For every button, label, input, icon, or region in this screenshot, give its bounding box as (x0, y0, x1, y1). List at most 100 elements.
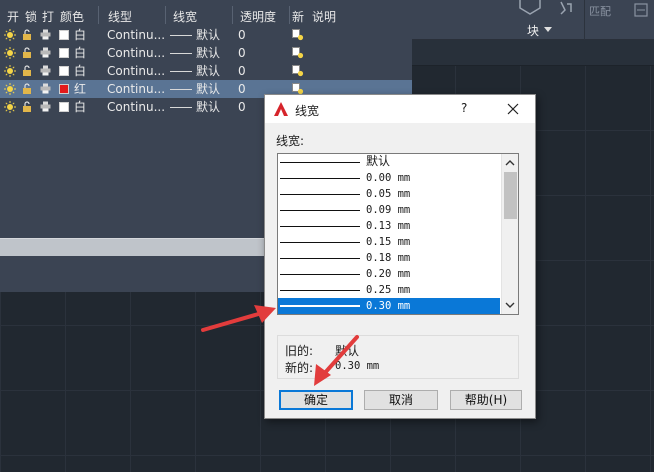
color-swatch[interactable] (59, 66, 69, 76)
unlock-icon[interactable] (22, 29, 32, 41)
color-name[interactable]: 白 (74, 62, 86, 80)
insert-block-icon[interactable] (517, 0, 543, 16)
linetype-value[interactable]: Continu... (107, 44, 165, 62)
lineweight-option[interactable]: 0.09 mm (278, 202, 500, 218)
layer-on-icon[interactable] (4, 65, 16, 77)
linetype-value[interactable]: Continu... (107, 98, 165, 116)
unlock-icon[interactable] (22, 47, 32, 59)
cancel-button[interactable]: 取消 (364, 390, 438, 410)
help-icon[interactable]: ? (461, 101, 467, 115)
lineweight-option-label: 0.18 mm (366, 252, 411, 264)
plot-icon[interactable] (40, 83, 51, 94)
col-new-vp-freeze[interactable]: 新 (292, 8, 304, 25)
col-plot[interactable]: 打 (42, 8, 54, 25)
transparency-value[interactable]: 0 (238, 98, 246, 116)
lineweight-value[interactable]: 默认 (196, 80, 220, 98)
transparency-value[interactable]: 0 (238, 26, 246, 44)
lineweight-value[interactable]: 默认 (196, 62, 220, 80)
lineweight-line-icon (170, 53, 192, 54)
lineweight-sample (280, 305, 360, 307)
lineweight-listbox[interactable]: 默认 0.00 mm 0.05 mm 0.09 mm 0.13 mm 0.15 mm 0.1… (277, 153, 519, 315)
col-divider[interactable] (165, 6, 166, 24)
close-icon[interactable] (501, 97, 525, 121)
unlock-icon[interactable] (22, 101, 32, 113)
lineweight-value[interactable]: 默认 (196, 44, 220, 62)
lineweight-sample (280, 290, 360, 291)
lineweight-option-label: 0.20 mm (366, 268, 411, 280)
match-properties-label[interactable]: 匹配 (589, 3, 611, 19)
new-label: 新的: (285, 361, 314, 375)
plot-icon[interactable] (40, 47, 51, 58)
transparency-value[interactable]: 0 (238, 80, 246, 98)
col-divider[interactable] (232, 6, 233, 24)
lineweight-line-icon (170, 107, 192, 108)
help-button[interactable]: 帮助(H) (450, 390, 522, 410)
unlock-icon[interactable] (22, 83, 32, 95)
lineweight-option[interactable]: 0.30 mm (278, 298, 500, 314)
col-divider[interactable] (289, 6, 290, 24)
layer-on-icon[interactable] (4, 83, 16, 95)
linetype-value[interactable]: Continu... (107, 62, 165, 80)
scroll-down-icon[interactable] (505, 300, 515, 310)
unlock-icon[interactable] (22, 65, 32, 77)
col-on[interactable]: 开 (7, 8, 19, 25)
color-name[interactable]: 红 (74, 80, 86, 98)
color-swatch[interactable] (59, 84, 69, 94)
lineweight-value[interactable]: 默认 (196, 98, 220, 116)
transparency-value[interactable]: 0 (238, 62, 246, 80)
lineweight-option-label: 0.25 mm (366, 284, 411, 296)
layer-on-icon[interactable] (4, 101, 16, 113)
lineweight-option[interactable]: 0.20 mm (278, 266, 500, 282)
dialog-titlebar[interactable]: 线宽 ? (265, 95, 535, 123)
lineweight-option[interactable]: 默认 (278, 154, 500, 170)
col-color[interactable]: 颜色 (60, 8, 84, 25)
layer-on-icon[interactable] (4, 29, 16, 41)
layer-row[interactable]: 白 Continu... 默认 0 (0, 62, 412, 80)
new-vp-freeze-icon[interactable] (292, 47, 304, 59)
layer-row[interactable]: 白 Continu... 默认 0 (0, 26, 412, 44)
col-divider[interactable] (98, 6, 99, 24)
scroll-thumb[interactable] (504, 172, 517, 219)
color-swatch[interactable] (59, 102, 69, 112)
color-name[interactable]: 白 (74, 26, 86, 44)
transparency-value[interactable]: 0 (238, 44, 246, 62)
layer-on-icon[interactable] (4, 47, 16, 59)
lineweight-sample (280, 274, 360, 275)
block-panel-label[interactable]: 块 (527, 22, 539, 39)
new-vp-freeze-icon[interactable] (292, 29, 304, 41)
col-transparency[interactable]: 透明度 (240, 8, 276, 25)
col-lineweight[interactable]: 线宽 (173, 8, 197, 25)
new-value: 0.30 mm (335, 360, 380, 372)
viewport-strip (412, 40, 654, 66)
new-vp-freeze-icon[interactable] (292, 65, 304, 77)
lineweight-option[interactable]: 0.05 mm (278, 186, 500, 202)
lineweight-option[interactable]: 0.18 mm (278, 250, 500, 266)
scroll-up-icon[interactable] (505, 158, 515, 168)
ok-button[interactable]: 确定 (279, 390, 353, 410)
vertical-scrollbar[interactable] (501, 154, 518, 314)
lineweight-option[interactable]: 0.15 mm (278, 234, 500, 250)
layer-row[interactable]: 白 Continu... 默认 0 (0, 44, 412, 62)
plot-icon[interactable] (40, 29, 51, 40)
block-tools-icon[interactable] (555, 0, 577, 16)
plot-icon[interactable] (40, 65, 51, 76)
col-lock[interactable]: 锁 (25, 8, 37, 25)
color-swatch[interactable] (59, 30, 69, 40)
lineweight-value[interactable]: 默认 (196, 26, 220, 44)
linetype-value[interactable]: Continu... (107, 80, 165, 98)
linetype-value[interactable]: Continu... (107, 26, 165, 44)
lineweight-option[interactable]: 0.00 mm (278, 170, 500, 186)
color-name[interactable]: 白 (74, 44, 86, 62)
plot-icon[interactable] (40, 101, 51, 112)
old-value: 默认 (335, 344, 360, 358)
chevron-down-icon[interactable] (544, 27, 552, 32)
col-linetype[interactable]: 线型 (108, 8, 132, 25)
properties-icon[interactable] (634, 3, 648, 17)
layer-table-header: 开 锁 打 颜色 线型 线宽 透明度 新 说明 (0, 4, 412, 26)
color-name[interactable]: 白 (74, 98, 86, 116)
lineweight-option[interactable]: 0.13 mm (278, 218, 500, 234)
lineweight-option[interactable]: 0.25 mm (278, 282, 500, 298)
col-description[interactable]: 说明 (312, 8, 336, 25)
ribbon-panel: 块 匹配 (412, 0, 654, 40)
color-swatch[interactable] (59, 48, 69, 58)
